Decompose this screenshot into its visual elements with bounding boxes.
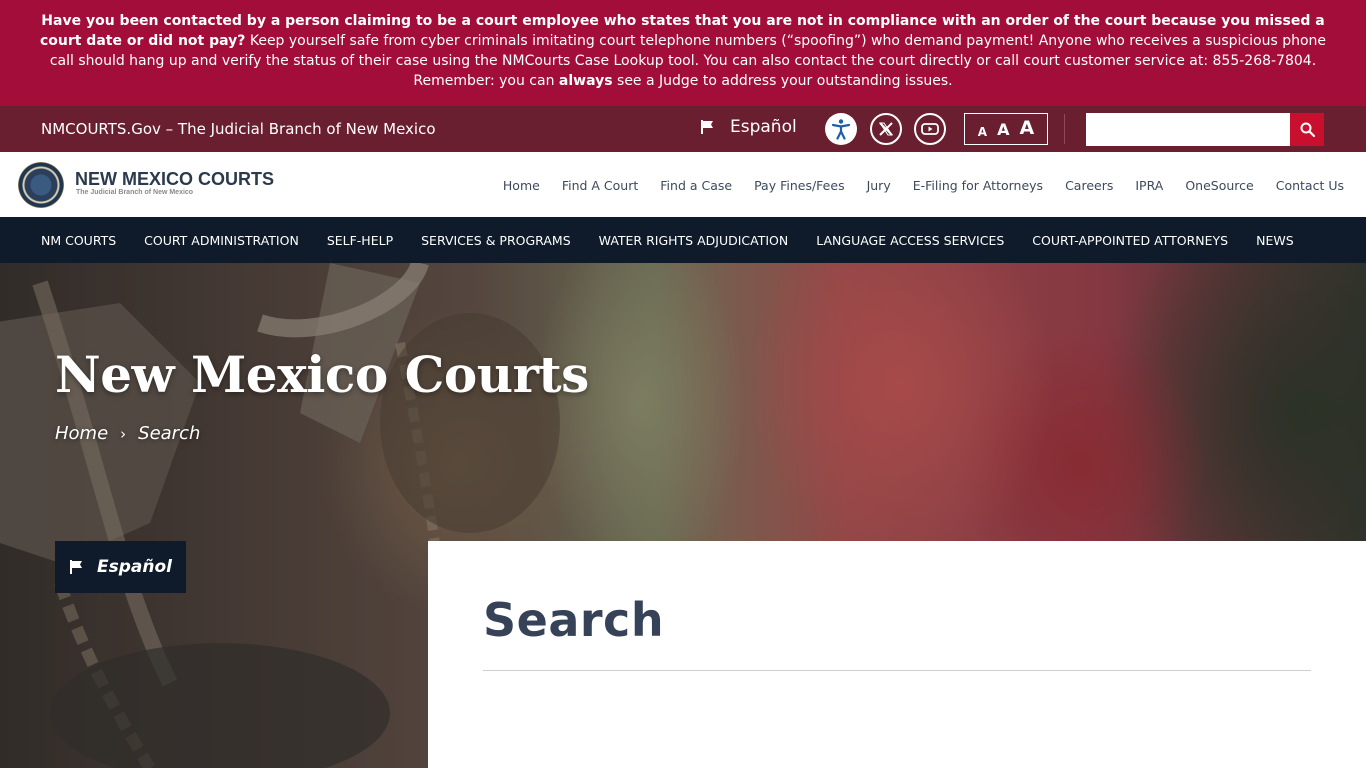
topnav-contact-us[interactable]: Contact Us <box>1276 178 1344 193</box>
mainnav-news[interactable]: NEWS <box>1256 233 1294 248</box>
mainnav-court-administration[interactable]: COURT ADMINISTRATION <box>144 233 299 248</box>
content-card: Search <box>428 541 1366 768</box>
topnav-careers[interactable]: Careers <box>1065 178 1113 193</box>
page-heading: Search <box>483 593 665 647</box>
font-size-small-button[interactable]: A <box>978 125 987 139</box>
espanol-link[interactable]: Español <box>700 117 797 137</box>
topnav-find-a-case[interactable]: Find a Case <box>660 178 732 193</box>
main-navigation: NM COURTS COURT ADMINISTRATION SELF-HELP… <box>0 217 1366 263</box>
youtube-icon <box>921 123 939 135</box>
court-seal-logo[interactable] <box>18 162 64 208</box>
espanol-label: Español <box>730 117 797 137</box>
mainnav-services-programs[interactable]: SERVICES & PROGRAMS <box>421 233 571 248</box>
x-social-button[interactable] <box>870 113 902 145</box>
mainnav-nm-courts[interactable]: NM COURTS <box>41 233 116 248</box>
font-size-large-button[interactable]: A <box>1019 117 1034 139</box>
site-search-input[interactable] <box>1086 113 1290 146</box>
search-submit-button[interactable] <box>1290 113 1324 146</box>
accessibility-icon <box>831 119 851 140</box>
logo-subtitle: The Judicial Branch of New Mexico <box>76 189 194 196</box>
x-logo-icon <box>879 122 893 136</box>
flag-icon <box>701 120 713 134</box>
flag-icon <box>70 560 82 574</box>
breadcrumb: Home › Search <box>55 423 200 444</box>
topnav-find-a-court[interactable]: Find A Court <box>562 178 638 193</box>
top-navigation: Home Find A Court Find a Case Pay Fines/… <box>503 178 1344 193</box>
hero-title: New Mexico Courts <box>55 345 589 404</box>
mainnav-self-help[interactable]: SELF-HELP <box>327 233 393 248</box>
scam-alert-banner: Have you been contacted by a person clai… <box>0 0 1366 106</box>
heading-divider <box>483 670 1311 671</box>
mainnav-language-access[interactable]: LANGUAGE ACCESS SERVICES <box>816 233 1004 248</box>
topnav-e-filing[interactable]: E-Filing for Attorneys <box>913 178 1043 193</box>
site-title[interactable]: NMCOURTS.Gov – The Judicial Branch of Ne… <box>41 120 436 138</box>
espanol-badge-button[interactable]: Español <box>55 541 186 593</box>
breadcrumb-current: Search <box>138 423 201 444</box>
breadcrumb-home[interactable]: Home <box>55 423 108 444</box>
font-size-control: A A A <box>964 113 1048 145</box>
alert-bold-always: always <box>558 73 613 89</box>
topnav-jury[interactable]: Jury <box>867 178 891 193</box>
topnav-ipra[interactable]: IPRA <box>1135 178 1163 193</box>
accessibility-button[interactable] <box>825 113 857 145</box>
youtube-button[interactable] <box>914 113 946 145</box>
topnav-onesource[interactable]: OneSource <box>1185 178 1253 193</box>
topnav-pay-fines[interactable]: Pay Fines/Fees <box>754 178 845 193</box>
logo-title[interactable]: NEW MEXICO COURTS <box>75 169 274 190</box>
mainnav-water-rights[interactable]: WATER RIGHTS ADJUDICATION <box>599 233 789 248</box>
search-icon <box>1300 122 1315 137</box>
topnav-home[interactable]: Home <box>503 178 540 193</box>
utility-divider <box>1064 114 1065 144</box>
font-size-medium-button[interactable]: A <box>997 120 1009 139</box>
espanol-badge-label: Español <box>97 557 172 577</box>
site-header: NEW MEXICO COURTS The Judicial Branch of… <box>0 152 1366 217</box>
alert-text-2: see a Judge to address your outstanding … <box>612 73 953 89</box>
breadcrumb-separator: › <box>120 424 127 443</box>
mainnav-court-appointed-attorneys[interactable]: COURT-APPOINTED ATTORNEYS <box>1032 233 1228 248</box>
